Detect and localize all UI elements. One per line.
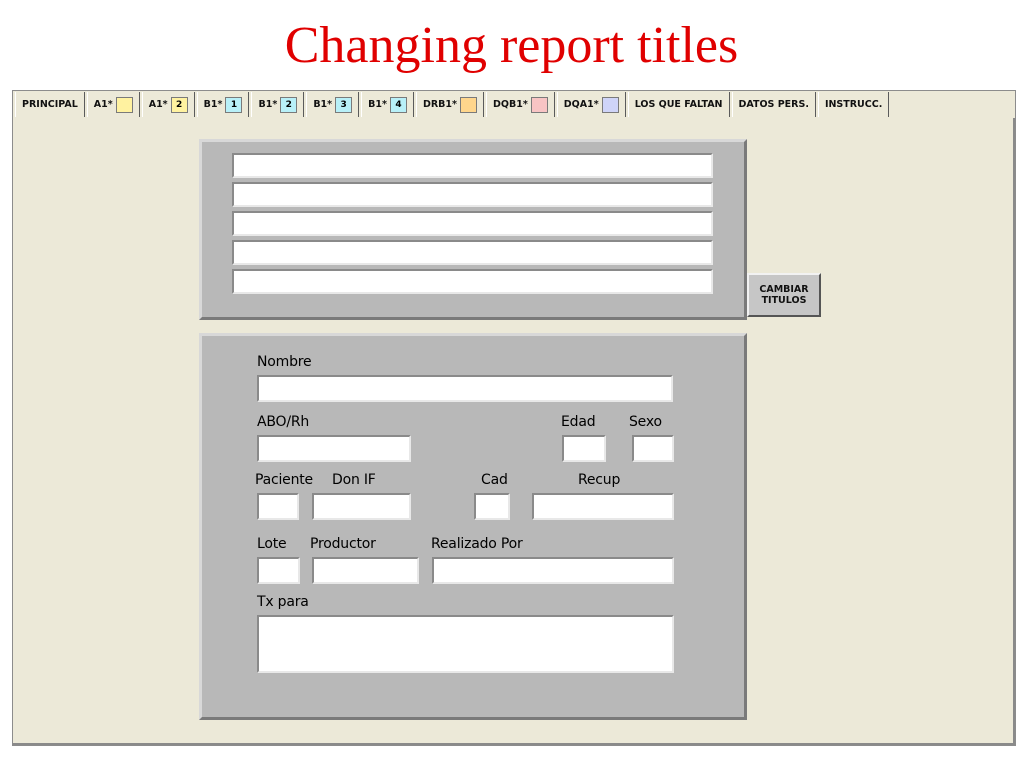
nombre-label: Nombre xyxy=(257,354,312,370)
lote-field[interactable] xyxy=(257,557,300,584)
tab-label: B1* xyxy=(313,99,333,110)
tab-color-swatch: 3 xyxy=(335,96,353,113)
paciente-label: Paciente xyxy=(255,472,313,488)
sexo-field[interactable] xyxy=(632,435,674,462)
app-window: PRINCIPAL A1* A1* 2 B1* 1 B1* 2 B1* 3 B1* 4 DRB1* DQB… xyxy=(12,90,1016,746)
tab-label: B1* xyxy=(203,99,223,110)
tab-label: DQA1* xyxy=(563,99,599,110)
tab-strip: PRINCIPAL A1* A1* 2 B1* 1 B1* 2 B1* 3 B1* 4 DRB1* DQB… xyxy=(13,91,1015,118)
slide-title: Changing report titles xyxy=(284,17,739,74)
tab-color-swatch: 1 xyxy=(225,96,243,113)
realizado-por-field[interactable] xyxy=(432,557,674,584)
personal-data-panel: Nombre ABO/Rh Edad Sexo Paciente Don IF … xyxy=(199,333,747,720)
tab-dqa1[interactable]: DQA1* xyxy=(556,92,626,117)
report-title-field-5[interactable] xyxy=(232,269,713,294)
tab-color-swatch: 4 xyxy=(389,96,407,113)
report-title-field-4[interactable] xyxy=(232,240,713,265)
tab-color-swatch xyxy=(460,96,477,113)
tab-color-swatch xyxy=(115,96,133,113)
sexo-label: Sexo xyxy=(629,414,662,430)
tab-b1-1[interactable]: B1* 1 xyxy=(196,92,250,117)
lote-label: Lote xyxy=(257,536,287,552)
abo-rh-field[interactable] xyxy=(257,435,411,462)
tab-los-que-faltan[interactable]: LOS QUE FALTAN xyxy=(627,92,730,117)
tab-b1-4[interactable]: B1* 4 xyxy=(361,92,414,117)
tab-b1-3[interactable]: B1* 3 xyxy=(306,92,360,117)
tab-datos-pers[interactable]: DATOS PERS. xyxy=(731,92,816,117)
tab-label: LOS QUE FALTAN xyxy=(634,99,723,110)
tab-color-swatch xyxy=(601,96,619,113)
cad-label: Cad xyxy=(481,472,508,488)
tab-content-datos-pers: CAMBIAR TITULOS Nombre ABO/Rh Edad Sexo … xyxy=(13,118,1015,745)
tab-label: INSTRUCC. xyxy=(824,99,883,110)
nombre-field[interactable] xyxy=(257,375,673,402)
tab-label: PRINCIPAL xyxy=(22,99,78,110)
tab-label: B1* xyxy=(258,99,278,110)
tab-label: A1* xyxy=(148,99,168,110)
tx-para-field[interactable] xyxy=(257,615,674,673)
tab-color-swatch xyxy=(530,96,548,113)
report-title-field-1[interactable] xyxy=(232,153,713,178)
tab-b1-2[interactable]: B1* 2 xyxy=(251,92,305,117)
report-title-field-2[interactable] xyxy=(232,182,713,207)
recup-field[interactable] xyxy=(532,493,674,520)
tab-drb1[interactable]: DRB1* xyxy=(415,92,484,117)
abo-rh-label: ABO/Rh xyxy=(257,414,310,430)
tab-label: DATOS PERS. xyxy=(738,99,809,110)
productor-field[interactable] xyxy=(312,557,419,584)
cad-field[interactable] xyxy=(474,493,510,520)
titles-panel xyxy=(199,139,747,320)
tab-color-swatch: 2 xyxy=(280,96,298,113)
tab-label: A1* xyxy=(93,99,113,110)
tab-a1-2[interactable]: A1* 2 xyxy=(141,92,195,117)
cambiar-titulos-button[interactable]: CAMBIAR TITULOS xyxy=(747,273,821,317)
tab-dqb1[interactable]: DQB1* xyxy=(486,92,555,117)
paciente-field[interactable] xyxy=(257,493,299,520)
tab-color-swatch: 2 xyxy=(170,96,188,113)
productor-label: Productor xyxy=(310,536,376,552)
report-title-field-3[interactable] xyxy=(232,211,713,236)
don-if-field[interactable] xyxy=(312,493,411,520)
tab-a1[interactable]: A1* xyxy=(86,92,140,117)
tx-para-label: Tx para xyxy=(257,594,309,610)
tab-label: DQB1* xyxy=(493,99,528,110)
edad-field[interactable] xyxy=(562,435,606,462)
edad-label: Edad xyxy=(561,414,596,430)
tab-instrucc[interactable]: INSTRUCC. xyxy=(817,92,890,117)
tab-label: DRB1* xyxy=(422,99,457,110)
recup-label: Recup xyxy=(578,472,621,488)
realizado-por-label: Realizado Por xyxy=(431,536,523,552)
tab-label: B1* xyxy=(368,99,387,110)
don-if-label: Don IF xyxy=(332,472,376,488)
tab-principal[interactable]: PRINCIPAL xyxy=(15,92,85,117)
